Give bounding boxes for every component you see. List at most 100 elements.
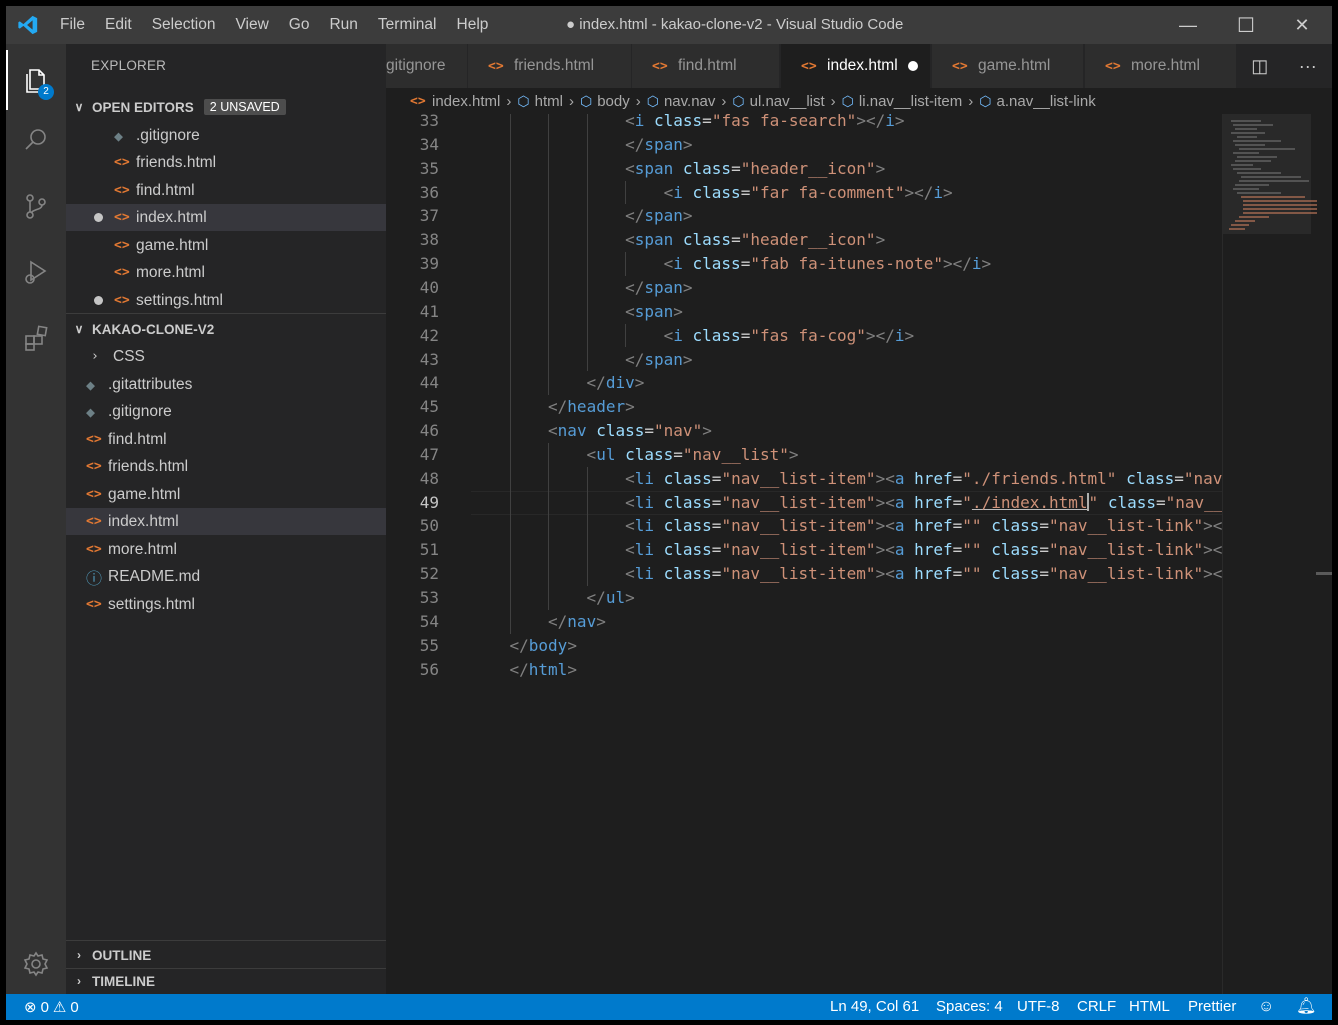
file-item[interactable]: ◆ .gitignore xyxy=(66,398,386,425)
file-item[interactable]: ⓘ README.md xyxy=(66,563,386,590)
breadcrumb-item[interactable]: nav.nav xyxy=(664,93,715,110)
line-number: 49 xyxy=(419,492,439,512)
project-header[interactable]: ∨ KAKAO-CLONE-V2 xyxy=(66,316,386,342)
unsaved-dot-icon[interactable] xyxy=(907,61,918,71)
code-line[interactable]: 56 </html> xyxy=(386,658,1222,682)
problems-indicator[interactable]: ⊗ 0 ⚠ 0 xyxy=(24,994,79,1020)
outline-header[interactable]: › OUTLINE xyxy=(66,942,386,968)
code-line[interactable]: 34 </span> xyxy=(386,133,1222,157)
menu-run[interactable]: Run xyxy=(319,16,367,34)
code-editor[interactable]: 33 <i class="fas fa-search"></i> 34 </span>… xyxy=(386,114,1222,994)
code-line[interactable]: 36 <i class="far fa-comment"></i> xyxy=(386,181,1222,205)
minimap-line xyxy=(1231,120,1261,122)
extensions-button[interactable] xyxy=(6,308,66,368)
code-line[interactable]: 46 <nav class="nav"> xyxy=(386,419,1222,443)
code-line[interactable]: 49 <li class="nav__list-item"><a href="./… xyxy=(386,491,1222,515)
line-endings[interactable]: CRLF xyxy=(1077,994,1116,1020)
tab-find[interactable]: <> find.html xyxy=(632,44,780,88)
open-editor-item[interactable]: <> settings.html xyxy=(66,287,386,314)
code-line[interactable]: 53 </ul> xyxy=(386,586,1222,610)
tab-game[interactable]: <> game.html xyxy=(932,44,1084,88)
search-button[interactable] xyxy=(6,110,66,170)
code-line[interactable]: 42 <i class="fas fa-cog"></i> xyxy=(386,324,1222,348)
open-editor-item-active[interactable]: <> index.html xyxy=(66,204,386,231)
code-line[interactable]: 48 <li class="nav__list-item"><a href="./… xyxy=(386,467,1222,491)
line-number: 55 xyxy=(419,635,439,655)
code-line[interactable]: 51 <li class="nav__list-item"><a href="" … xyxy=(386,538,1222,562)
formatter[interactable]: Prettier xyxy=(1188,994,1236,1020)
menu-file[interactable]: File xyxy=(50,16,95,34)
close-button[interactable]: ✕ xyxy=(1274,6,1330,44)
minimize-button[interactable]: — xyxy=(1160,6,1216,44)
code-line[interactable]: 44 </div> xyxy=(386,371,1222,395)
code-line[interactable]: 45 </header> xyxy=(386,395,1222,419)
minimap-line xyxy=(1243,208,1317,210)
minimap[interactable] xyxy=(1222,114,1332,994)
tab-gitignore[interactable]: gitignore xyxy=(386,44,468,88)
file-item[interactable]: <> more.html xyxy=(66,536,386,563)
breadcrumb-item[interactable]: body xyxy=(597,93,630,110)
error-count: 0 xyxy=(40,998,49,1016)
manage-button[interactable] xyxy=(6,934,66,994)
open-editor-item[interactable]: <> find.html xyxy=(66,177,386,204)
code-line[interactable]: 55 </body> xyxy=(386,634,1222,658)
breadcrumb-item[interactable]: ul.nav__list xyxy=(750,93,825,110)
menu-edit[interactable]: Edit xyxy=(95,16,142,34)
open-editor-item[interactable]: <> game.html xyxy=(66,232,386,259)
vertical-scrollbar[interactable] xyxy=(1316,572,1332,575)
breadcrumb-item[interactable]: li.nav__list-item xyxy=(859,93,962,110)
open-editors-header[interactable]: ∨ OPEN EDITORS 2 UNSAVED xyxy=(66,94,386,120)
file-item[interactable]: <> settings.html xyxy=(66,591,386,618)
maximize-button[interactable]: ☐ xyxy=(1218,6,1274,44)
code-line[interactable]: 40 </span> xyxy=(386,276,1222,300)
code-line[interactable]: 43 </span> xyxy=(386,348,1222,372)
file-item[interactable]: <> find.html xyxy=(66,426,386,453)
encoding[interactable]: UTF-8 xyxy=(1017,994,1060,1020)
code-line[interactable]: 35 <span class="header__icon"> xyxy=(386,157,1222,181)
code-text: </span> xyxy=(625,134,693,154)
tab-friends[interactable]: <> friends.html xyxy=(468,44,632,88)
file-item[interactable]: <> game.html xyxy=(66,481,386,508)
menu-help[interactable]: Help xyxy=(447,16,499,34)
folder-item[interactable]: › CSS xyxy=(66,343,386,370)
code-line[interactable]: 38 <span class="header__icon"> xyxy=(386,228,1222,252)
menu-selection[interactable]: Selection xyxy=(142,16,226,34)
code-line[interactable]: 47 <ul class="nav__list"> xyxy=(386,443,1222,467)
language-mode[interactable]: HTML xyxy=(1129,994,1170,1020)
code-line[interactable]: 54 </nav> xyxy=(386,610,1222,634)
code-line[interactable]: 37 </span> xyxy=(386,204,1222,228)
breadcrumb-item[interactable]: html xyxy=(535,93,563,110)
more-actions-icon[interactable]: ··· xyxy=(1299,56,1317,77)
explorer-button[interactable]: 2 xyxy=(6,50,66,110)
run-debug-button[interactable] xyxy=(6,242,66,302)
code-text: <span class="header__icon"> xyxy=(625,158,886,178)
file-item-selected[interactable]: <> index.html xyxy=(66,508,386,535)
code-line[interactable]: 33 <i class="fas fa-search"></i> xyxy=(386,114,1222,133)
tab-more[interactable]: <> more.html xyxy=(1085,44,1245,88)
tab-bar: gitignore <> friends.html <> find.html <> i… xyxy=(386,44,1332,88)
cursor-position[interactable]: Ln 49, Col 61 xyxy=(830,994,919,1020)
breadcrumb-item[interactable]: index.html xyxy=(432,93,500,110)
minimap-line xyxy=(1243,204,1317,206)
file-item[interactable]: ◆ .gitattributes xyxy=(66,371,386,398)
code-line[interactable]: 52 <li class="nav__list-item"><a href="" … xyxy=(386,562,1222,586)
open-editor-item[interactable]: ◆ .gitignore xyxy=(66,122,386,149)
open-editor-item[interactable]: <> more.html xyxy=(66,259,386,286)
tab-index[interactable]: <> index.html xyxy=(781,44,931,88)
split-editor-icon[interactable]: ◫ xyxy=(1251,56,1268,77)
breadcrumb-item[interactable]: a.nav__list-link xyxy=(997,93,1096,110)
menu-terminal[interactable]: Terminal xyxy=(368,16,447,34)
feedback-icon[interactable]: ☺ xyxy=(1258,994,1274,1020)
menu-go[interactable]: Go xyxy=(279,16,320,34)
file-label: index.html xyxy=(108,512,179,530)
code-line[interactable]: 39 <i class="fab fa-itunes-note"></i> xyxy=(386,252,1222,276)
source-control-button[interactable] xyxy=(6,176,66,236)
code-line[interactable]: 50 <li class="nav__list-item"><a href="" … xyxy=(386,514,1222,538)
code-line[interactable]: 41 <span> xyxy=(386,300,1222,324)
menu-view[interactable]: View xyxy=(225,16,278,34)
file-item[interactable]: <> friends.html xyxy=(66,453,386,480)
open-editor-item[interactable]: <> friends.html xyxy=(66,149,386,176)
indentation[interactable]: Spaces: 4 xyxy=(936,994,1003,1020)
timeline-header[interactable]: › TIMELINE xyxy=(66,968,386,994)
notifications-bell-icon[interactable]: 🔔︎ xyxy=(1296,994,1316,1020)
